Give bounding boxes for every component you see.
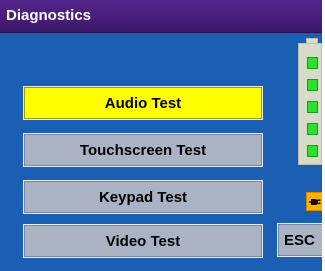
esc-button[interactable]: ESC xyxy=(277,223,322,257)
title-bar: Diagnostics xyxy=(0,0,322,33)
keypad-test-button[interactable]: Keypad Test xyxy=(23,180,263,214)
battery-cell xyxy=(307,79,318,91)
diagnostics-screen: Diagnostics Audio Test Touchscreen Test … xyxy=(0,0,322,271)
audio-test-button[interactable]: Audio Test xyxy=(23,86,263,120)
video-test-label: Video Test xyxy=(105,232,181,250)
battery-icon xyxy=(298,43,322,165)
window-title: Diagnostics xyxy=(6,7,92,24)
esc-label: ESC xyxy=(284,231,315,249)
power-plug-icon xyxy=(306,192,322,211)
battery-cell xyxy=(307,101,318,113)
video-test-button[interactable]: Video Test xyxy=(23,224,263,258)
touchscreen-test-label: Touchscreen Test xyxy=(79,141,207,159)
keypad-test-label: Keypad Test xyxy=(98,188,188,206)
audio-test-label: Audio Test xyxy=(104,94,182,112)
touchscreen-test-button[interactable]: Touchscreen Test xyxy=(23,133,263,167)
battery-cell xyxy=(307,123,318,135)
battery-cell xyxy=(307,145,318,157)
battery-cell xyxy=(307,57,318,69)
